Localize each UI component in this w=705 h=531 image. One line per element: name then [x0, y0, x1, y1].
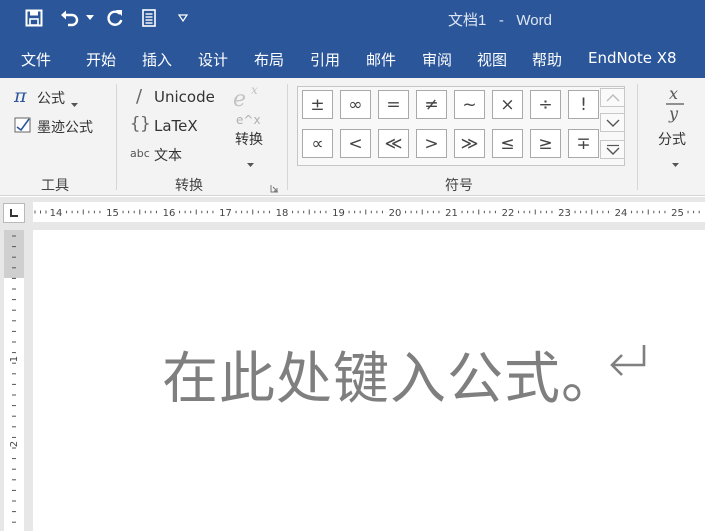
equation-placeholder[interactable]: 在此处键入公式。: [162, 334, 618, 415]
tab-review[interactable]: 审阅: [422, 49, 452, 70]
symbol-less-equal[interactable]: ≤: [492, 129, 523, 158]
symbol-tilde[interactable]: ~: [454, 90, 485, 119]
symbol-much-less[interactable]: ≪: [378, 129, 409, 158]
ruler-number: 24: [615, 208, 628, 219]
symbol-less-than[interactable]: <: [340, 129, 371, 158]
vertical-ruler[interactable]: 12: [4, 230, 24, 531]
ink-equation-label[interactable]: 墨迹公式: [37, 117, 93, 137]
group-separator: [637, 84, 638, 190]
symbol-times[interactable]: ×: [492, 90, 523, 119]
symbol-infinity[interactable]: ∞: [340, 90, 371, 119]
fraction-icon[interactable]: x y: [662, 83, 688, 127]
equation-button-label[interactable]: 公式: [37, 88, 65, 108]
unicode-option[interactable]: Unicode: [154, 88, 215, 106]
tab-references[interactable]: 引用: [310, 49, 340, 70]
group-separator: [287, 84, 288, 190]
ruler-number: 19: [332, 208, 345, 219]
ruler-number: 21: [445, 208, 458, 219]
convert-icon[interactable]: e x e^x: [232, 82, 268, 128]
menu-bar: 文件 开始 插入 设计 布局 引用 邮件 审阅 视图 帮助 EndNote X8: [0, 37, 705, 78]
tab-mailings[interactable]: 邮件: [366, 49, 396, 70]
pi-icon: π: [14, 85, 27, 107]
convert-dropdown-icon[interactable]: [247, 155, 254, 173]
svg-text:x: x: [669, 84, 678, 103]
symbol-much-greater[interactable]: ≫: [454, 129, 485, 158]
tab-layout[interactable]: 布局: [254, 49, 284, 70]
latex-option[interactable]: LaTeX: [154, 117, 198, 135]
ruler-number: 16: [163, 208, 176, 219]
ruler-margin-shade: [4, 230, 24, 278]
symbol-proportional[interactable]: ∝: [302, 129, 333, 158]
ruler-number: 18: [276, 208, 289, 219]
tab-design[interactable]: 设计: [198, 49, 228, 70]
ruler-number: 15: [106, 208, 119, 219]
tab-view[interactable]: 视图: [477, 49, 507, 70]
symbol-plus-minus[interactable]: ±: [302, 90, 333, 119]
tab-insert[interactable]: 插入: [142, 49, 172, 70]
text-option[interactable]: 文本: [154, 145, 182, 165]
app-name: Word: [516, 12, 552, 29]
horizontal-ruler[interactable]: 14 15 16 17 18 19 20 21 22 23 24 25: [33, 202, 705, 222]
symbol-greater-than[interactable]: >: [416, 129, 447, 158]
ruler-number: 20: [389, 208, 402, 219]
ruler-number: 14: [50, 208, 63, 219]
ink-equation-icon[interactable]: [14, 116, 32, 139]
symbol-greater-equal[interactable]: ≥: [530, 129, 561, 158]
window-title: 文档1 - Word: [0, 9, 705, 30]
ribbon: π 公式 墨迹公式 工具 / Unicode {} LaTeX abc 文本 e…: [0, 78, 705, 196]
ruler-number: 23: [558, 208, 571, 219]
ruler-number: 1: [9, 356, 20, 362]
convert-button-label[interactable]: 转换: [235, 129, 263, 149]
title-bar: 文档1 - Word: [0, 0, 705, 37]
gallery-scroll-up-icon[interactable]: [600, 88, 625, 107]
ruler-number: 17: [219, 208, 232, 219]
ruler-number: 25: [671, 208, 684, 219]
gallery-scroll-down-icon[interactable]: [600, 113, 625, 132]
tab-home[interactable]: 开始: [86, 49, 116, 70]
gallery-expand-icon[interactable]: [600, 140, 625, 159]
svg-text:x: x: [251, 83, 258, 97]
dialog-launcher-icon[interactable]: [270, 180, 279, 198]
chevron-down-icon[interactable]: [71, 95, 78, 113]
svg-text:e: e: [233, 87, 246, 112]
title-separator: -: [498, 12, 504, 29]
svg-text:y: y: [668, 104, 679, 123]
svg-text:e^x: e^x: [236, 113, 261, 127]
symbols-group-label: 符号: [445, 178, 473, 194]
braces-icon: {}: [130, 114, 151, 134]
abc-icon: abc: [130, 147, 150, 160]
conversions-group-label: 转换: [175, 178, 203, 194]
tools-group-label: 工具: [41, 178, 69, 194]
symbol-factorial[interactable]: !: [568, 90, 599, 119]
group-separator: [116, 84, 117, 190]
symbol-not-equal[interactable]: ≠: [416, 90, 447, 119]
slash-icon: /: [136, 86, 143, 107]
fraction-button-label[interactable]: 分式: [658, 129, 686, 149]
fraction-dropdown-icon[interactable]: [672, 155, 679, 173]
ruler-number: 22: [502, 208, 515, 219]
symbol-minus-plus[interactable]: ∓: [568, 129, 599, 158]
symbol-equals[interactable]: =: [378, 90, 409, 119]
tab-file[interactable]: 文件: [21, 49, 51, 70]
tab-selector[interactable]: [3, 203, 25, 223]
tab-help[interactable]: 帮助: [532, 49, 562, 70]
paragraph-mark-icon: [608, 343, 648, 382]
tab-endnote[interactable]: EndNote X8: [588, 49, 677, 67]
ruler-number: 2: [9, 441, 20, 447]
symbol-divide[interactable]: ÷: [530, 90, 561, 119]
document-name: 文档1: [448, 12, 487, 29]
